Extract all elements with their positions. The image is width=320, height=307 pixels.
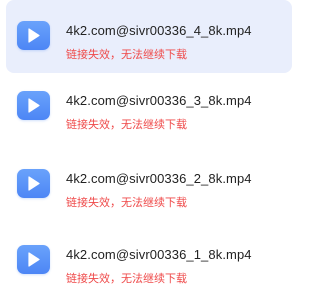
download-list: 4k2.com@sivr00336_4_8k.mp4 链接失效，无法继续下载 4…: [0, 0, 292, 307]
video-play-icon: [17, 91, 50, 120]
video-play-icon: [17, 21, 50, 50]
download-error-status: 链接失效，无法继续下载: [66, 48, 187, 61]
download-error-status: 链接失效，无法继续下载: [66, 118, 187, 131]
download-error-status: 链接失效，无法继续下载: [66, 196, 187, 209]
download-item[interactable]: 4k2.com@sivr00336_1_8k.mp4 链接失效，无法继续下载: [6, 224, 292, 297]
video-play-icon: [17, 245, 50, 274]
download-item[interactable]: 4k2.com@sivr00336_3_8k.mp4 链接失效，无法继续下载: [6, 70, 292, 143]
file-name: 4k2.com@sivr00336_3_8k.mp4: [66, 93, 252, 108]
video-play-icon: [17, 169, 50, 198]
download-error-status: 链接失效，无法继续下载: [66, 272, 187, 285]
download-item[interactable]: 4k2.com@sivr00336_4_8k.mp4 链接失效，无法继续下载: [6, 0, 292, 73]
file-name: 4k2.com@sivr00336_2_8k.mp4: [66, 171, 252, 186]
file-name: 4k2.com@sivr00336_4_8k.mp4: [66, 23, 252, 38]
file-name: 4k2.com@sivr00336_1_8k.mp4: [66, 247, 252, 262]
download-item[interactable]: 4k2.com@sivr00336_2_8k.mp4 链接失效，无法继续下载: [6, 148, 292, 221]
